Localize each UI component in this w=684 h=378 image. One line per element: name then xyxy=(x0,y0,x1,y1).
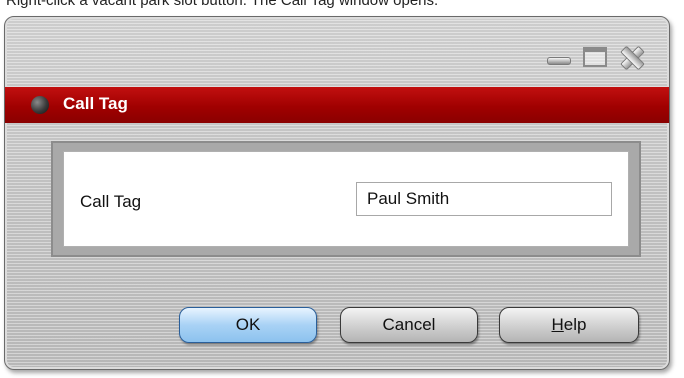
window-controls xyxy=(545,45,643,69)
cancel-button[interactable]: Cancel xyxy=(340,307,478,343)
call-tag-panel: Call Tag xyxy=(63,151,629,247)
caption-text: Right-click a vacant park slot button. T… xyxy=(6,0,439,9)
call-tag-label: Call Tag xyxy=(80,192,142,211)
help-button[interactable]: Help xyxy=(499,307,639,343)
window-title: Call Tag xyxy=(63,94,128,113)
status-dot-icon xyxy=(31,96,49,114)
help-mnemonic: H xyxy=(551,315,564,334)
call-tag-input[interactable] xyxy=(356,182,612,216)
close-icon[interactable] xyxy=(619,45,643,69)
ok-button-label: OK xyxy=(235,315,261,334)
title-bar: Call Tag xyxy=(5,87,669,123)
maximize-icon[interactable] xyxy=(583,47,607,67)
call-tag-group: Call Tag xyxy=(51,141,641,257)
minimize-icon[interactable] xyxy=(545,47,571,67)
cancel-button-label: Cancel xyxy=(382,315,436,334)
help-button-label: elp xyxy=(563,315,587,334)
ok-button[interactable]: OK xyxy=(179,307,317,343)
call-tag-window: Call Tag Call Tag OK Cancel Help xyxy=(4,16,670,370)
